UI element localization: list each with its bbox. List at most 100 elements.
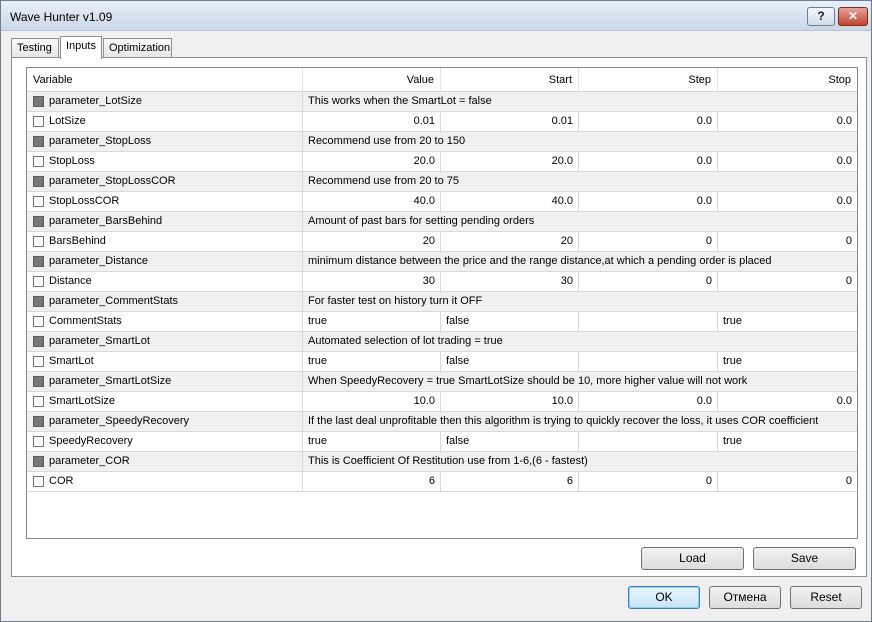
value-cell[interactable]: true [303, 352, 441, 371]
parameter-row[interactable]: parameter_SpeedyRecovery If the last deal… [27, 412, 857, 432]
parameter-row[interactable]: parameter_BarsBehind Amount of past bars … [27, 212, 857, 232]
value-cell[interactable]: 40.0 [303, 192, 441, 211]
input-row[interactable]: SmartLotSize 10.0 10.0 0.0 0.0 [27, 392, 857, 412]
input-row[interactable]: CommentStats true false true [27, 312, 857, 332]
parameter-row[interactable]: parameter_StopLossCOR Recommend use from … [27, 172, 857, 192]
step-cell[interactable]: 0.0 [579, 152, 718, 171]
value-cell[interactable]: 30 [303, 272, 441, 291]
grid-header: Variable Value Start Step Stop [27, 68, 857, 92]
optimize-checkbox[interactable] [33, 296, 44, 307]
load-button[interactable]: Load [641, 547, 744, 570]
stop-cell[interactable]: 0 [718, 272, 857, 291]
stop-cell[interactable]: 0 [718, 472, 857, 491]
input-row[interactable]: StopLossCOR 40.0 40.0 0.0 0.0 [27, 192, 857, 212]
start-cell[interactable]: false [441, 312, 579, 331]
input-row[interactable]: BarsBehind 20 20 0 0 [27, 232, 857, 252]
stop-cell[interactable]: 0 [718, 232, 857, 251]
parameter-row[interactable]: parameter_SmartLotSize When SpeedyRecover… [27, 372, 857, 392]
start-cell[interactable]: 0.01 [441, 112, 579, 131]
close-button[interactable]: ✕ [838, 7, 868, 26]
variable-cell: parameter_Distance [27, 252, 303, 271]
parameter-row[interactable]: parameter_COR This is Coefficient Of Rest… [27, 452, 857, 472]
step-cell[interactable]: 0 [579, 472, 718, 491]
step-cell[interactable]: 0 [579, 232, 718, 251]
start-cell[interactable]: false [441, 432, 579, 451]
cancel-button[interactable]: Отмена [709, 586, 781, 609]
input-row[interactable]: COR 6 6 0 0 [27, 472, 857, 492]
optimize-checkbox[interactable] [33, 416, 44, 427]
value-cell[interactable]: 20 [303, 232, 441, 251]
optimize-checkbox[interactable] [33, 196, 44, 207]
step-cell[interactable] [579, 432, 718, 451]
start-cell[interactable]: 20.0 [441, 152, 579, 171]
value-cell[interactable]: true [303, 432, 441, 451]
parameter-row[interactable]: parameter_Distance minimum distance betwe… [27, 252, 857, 272]
stop-cell[interactable]: 0.0 [718, 192, 857, 211]
title-bar[interactable]: Wave Hunter v1.09 ? ✕ [1, 1, 871, 31]
tab-inputs[interactable]: Inputs [60, 36, 102, 59]
parameter-row[interactable]: parameter_SmartLot Automated selection of… [27, 332, 857, 352]
optimize-checkbox[interactable] [33, 236, 44, 247]
stop-cell[interactable]: 0.0 [718, 392, 857, 411]
ok-button[interactable]: OK [628, 586, 700, 609]
value-cell[interactable]: 0.01 [303, 112, 441, 131]
variable-name: parameter_SpeedyRecovery [49, 415, 190, 427]
tab-optimization[interactable]: Optimization [103, 38, 172, 58]
input-row[interactable]: LotSize 0.01 0.01 0.0 0.0 [27, 112, 857, 132]
header-stop[interactable]: Stop [718, 68, 857, 92]
input-row[interactable]: SpeedyRecovery true false true [27, 432, 857, 452]
save-button[interactable]: Save [753, 547, 856, 570]
start-cell[interactable]: 6 [441, 472, 579, 491]
optimize-checkbox[interactable] [33, 436, 44, 447]
input-row[interactable]: Distance 30 30 0 0 [27, 272, 857, 292]
stop-cell[interactable]: true [718, 352, 857, 371]
reset-button[interactable]: Reset [790, 586, 862, 609]
help-button[interactable]: ? [807, 7, 835, 26]
stop-cell[interactable]: 0.0 [718, 112, 857, 131]
start-cell[interactable]: false [441, 352, 579, 371]
input-row[interactable]: StopLoss 20.0 20.0 0.0 0.0 [27, 152, 857, 172]
value-cell[interactable]: 20.0 [303, 152, 441, 171]
optimize-checkbox[interactable] [33, 136, 44, 147]
optimize-checkbox[interactable] [33, 276, 44, 287]
step-cell[interactable]: 0.0 [579, 392, 718, 411]
start-cell[interactable]: 30 [441, 272, 579, 291]
start-cell[interactable]: 40.0 [441, 192, 579, 211]
optimize-checkbox[interactable] [33, 336, 44, 347]
start-cell[interactable]: 20 [441, 232, 579, 251]
parameter-row[interactable]: parameter_StopLoss Recommend use from 20 … [27, 132, 857, 152]
optimize-checkbox[interactable] [33, 316, 44, 327]
stop-cell[interactable]: 0.0 [718, 152, 857, 171]
step-cell[interactable]: 0.0 [579, 192, 718, 211]
stop-cell[interactable]: true [718, 432, 857, 451]
value-cell[interactable]: 10.0 [303, 392, 441, 411]
start-cell[interactable]: 10.0 [441, 392, 579, 411]
value-cell[interactable]: 6 [303, 472, 441, 491]
optimize-checkbox[interactable] [33, 456, 44, 467]
parameter-row[interactable]: parameter_CommentStats For faster test on… [27, 292, 857, 312]
step-cell[interactable]: 0 [579, 272, 718, 291]
optimize-checkbox[interactable] [33, 156, 44, 167]
input-row[interactable]: SmartLot true false true [27, 352, 857, 372]
step-cell[interactable] [579, 312, 718, 331]
optimize-checkbox[interactable] [33, 256, 44, 267]
optimize-checkbox[interactable] [33, 216, 44, 227]
header-variable[interactable]: Variable [27, 68, 303, 92]
inputs-grid[interactable]: Variable Value Start Step Stop parameter… [26, 67, 858, 539]
header-start[interactable]: Start [441, 68, 579, 92]
optimize-checkbox[interactable] [33, 396, 44, 407]
step-cell[interactable]: 0.0 [579, 112, 718, 131]
parameter-row[interactable]: parameter_LotSize This works when the Sma… [27, 92, 857, 112]
tab-testing[interactable]: Testing [11, 38, 59, 58]
step-cell[interactable] [579, 352, 718, 371]
optimize-checkbox[interactable] [33, 176, 44, 187]
optimize-checkbox[interactable] [33, 376, 44, 387]
value-cell[interactable]: true [303, 312, 441, 331]
optimize-checkbox[interactable] [33, 356, 44, 367]
optimize-checkbox[interactable] [33, 476, 44, 487]
header-step[interactable]: Step [579, 68, 718, 92]
optimize-checkbox[interactable] [33, 116, 44, 127]
header-value[interactable]: Value [303, 68, 441, 92]
optimize-checkbox[interactable] [33, 96, 44, 107]
stop-cell[interactable]: true [718, 312, 857, 331]
